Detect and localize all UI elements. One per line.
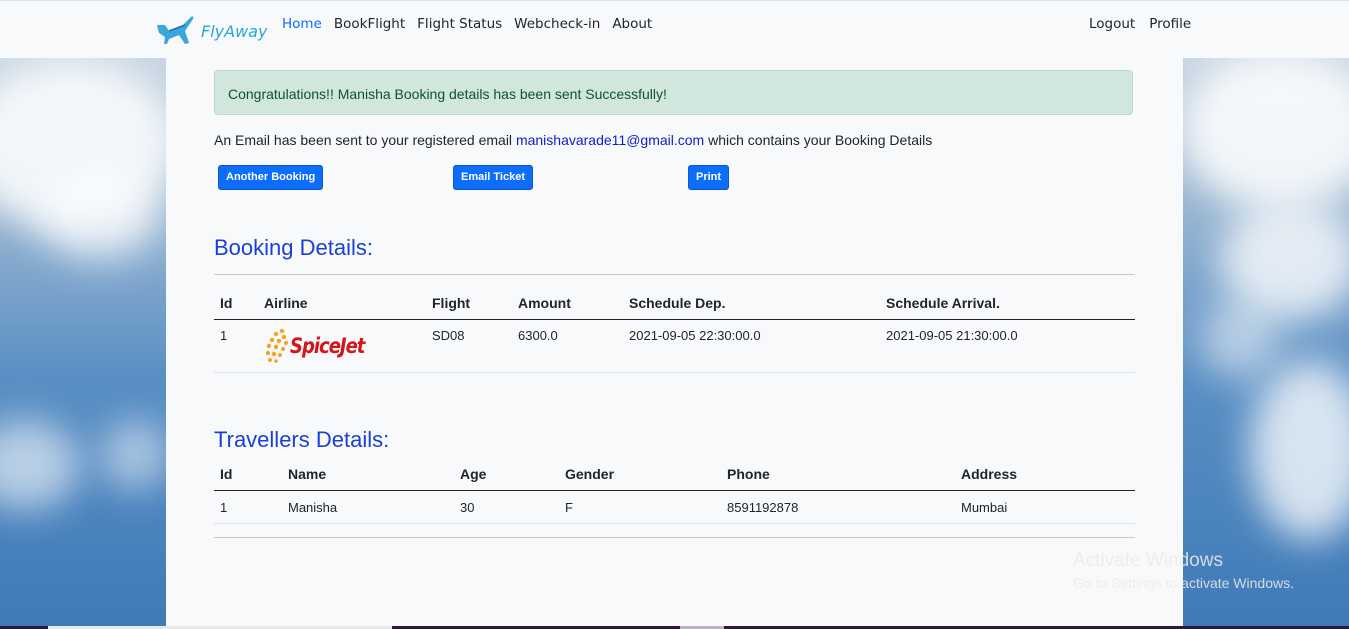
travellers-header-row: Id Name Age Gender Phone Address — [214, 458, 1135, 491]
nav-about[interactable]: About — [612, 16, 652, 32]
cell-phone: 8591192878 — [721, 490, 955, 524]
table-row: 1 Manisha 30 F 8591192878 Mumbai — [214, 490, 1135, 524]
another-booking-button[interactable]: Another Booking — [218, 165, 324, 190]
col-flight: Flight — [426, 287, 512, 320]
email-suffix: which contains your Booking Details — [708, 132, 933, 148]
airplane-icon — [155, 11, 195, 52]
cell-name: Manisha — [282, 490, 454, 524]
cell-amount: 6300.0 — [512, 319, 623, 373]
print-button[interactable]: Print — [688, 165, 730, 190]
table-row: 1 SpiceJet SD08 6300.0 2021-09-05 22:30:… — [214, 319, 1135, 373]
col-id: Id — [214, 458, 282, 491]
col-id: Id — [214, 287, 258, 320]
col-airline: Airline — [258, 287, 426, 320]
nav-bookflight[interactable]: BookFlight — [334, 16, 405, 32]
col-phone: Phone — [721, 458, 955, 491]
col-address: Address — [955, 458, 1135, 491]
spicejet-dots-icon — [265, 328, 288, 363]
email-address: manishavarade11@gmail.com — [515, 132, 705, 148]
divider — [214, 274, 1135, 275]
cell-schedule-arrival: 2021-09-05 21:30:00.0 — [880, 319, 1135, 373]
email-confirmation: An Email has been sent to your registere… — [214, 132, 932, 148]
col-amount: Amount — [512, 287, 623, 320]
cell-schedule-dep: 2021-09-05 22:30:00.0 — [623, 319, 880, 373]
travellers-heading: Travellers Details: — [214, 427, 390, 452]
cell-id: 1 — [214, 490, 282, 524]
spicejet-logo: SpiceJet — [264, 326, 365, 366]
main-content: Congratulations!! Manisha Booking detail… — [166, 58, 1183, 626]
col-schedule-dep: Schedule Dep. — [623, 287, 880, 320]
nav-logout[interactable]: Logout — [1089, 16, 1135, 32]
brand-name: FlyAway — [201, 22, 268, 41]
col-schedule-arrival: Schedule Arrival. — [880, 287, 1135, 320]
booking-heading: Booking Details: — [214, 235, 373, 260]
email-ticket-button[interactable]: Email Ticket — [453, 165, 533, 190]
activate-windows-subtitle: Go to Settings to activate Windows. — [1073, 575, 1294, 591]
travellers-table: Id Name Age Gender Phone Address 1 Manis… — [214, 458, 1135, 524]
nav-flight-status[interactable]: Flight Status — [417, 16, 502, 32]
col-name: Name — [282, 458, 454, 491]
booking-header-row: Id Airline Flight Amount Schedule Dep. S… — [214, 287, 1135, 320]
cell-airline: SpiceJet — [258, 319, 426, 373]
nav-right: Logout Profile — [1089, 16, 1205, 32]
divider — [214, 537, 1135, 538]
col-gender: Gender — [559, 458, 721, 491]
cell-address: Mumbai — [955, 490, 1135, 524]
success-alert: Congratulations!! Manisha Booking detail… — [214, 70, 1133, 115]
cell-flight: SD08 — [426, 319, 512, 373]
nav-links: Home BookFlight Flight Status Webcheck-i… — [282, 16, 664, 32]
cell-gender: F — [559, 490, 721, 524]
nav-webcheck-in[interactable]: Webcheck-in — [514, 16, 600, 32]
activate-windows-title: Activate Windows — [1073, 550, 1223, 571]
cell-age: 30 — [454, 490, 559, 524]
cell-id: 1 — [214, 319, 258, 373]
booking-table: Id Airline Flight Amount Schedule Dep. S… — [214, 287, 1135, 373]
navbar: FlyAway Home BookFlight Flight Status We… — [0, 0, 1349, 58]
col-age: Age — [454, 458, 559, 491]
nav-profile[interactable]: Profile — [1149, 16, 1191, 32]
nav-home[interactable]: Home — [282, 16, 322, 32]
email-prefix: An Email has been sent to your registere… — [214, 132, 513, 148]
brand[interactable]: FlyAway — [155, 11, 267, 52]
